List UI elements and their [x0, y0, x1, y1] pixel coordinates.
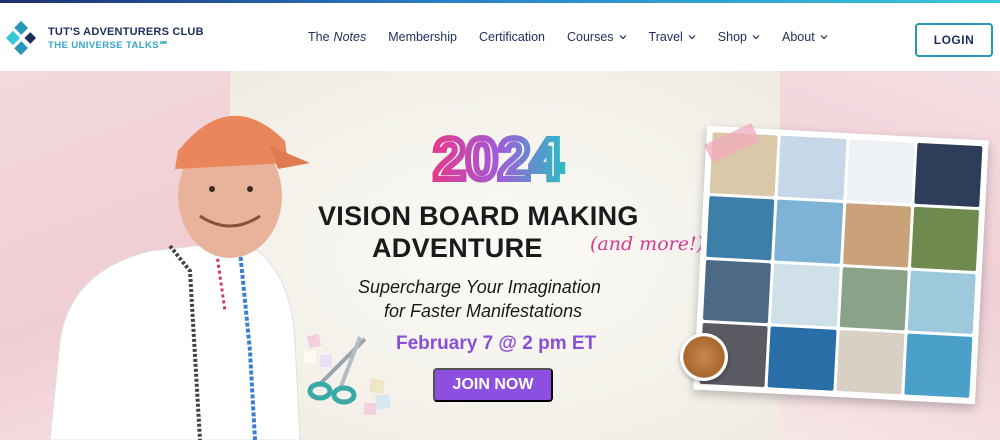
site-header: TUT'S ADVENTURERS CLUB THE UNIVERSE TALK… — [0, 3, 1000, 71]
nav-item-the-notes[interactable]: The Notes — [308, 30, 366, 44]
nav-item-the-notes-prefix: The — [308, 30, 330, 44]
nav-item-label: Certification — [478, 30, 545, 44]
login-button[interactable]: LOGIN — [915, 23, 993, 57]
nav-item-label: Membership — [388, 30, 457, 44]
hero-title-line-1: VISION BOARD MAKING — [318, 201, 639, 231]
nav-item-label: Courses — [566, 30, 614, 44]
vision-board-collage — [693, 125, 989, 405]
site-logo[interactable]: TUT'S ADVENTURERS CLUB THE UNIVERSE TALK… — [5, 20, 204, 57]
nav-item-travel[interactable]: Travel — [649, 30, 696, 44]
logo-mark-icon — [5, 20, 42, 57]
nav-item-membership[interactable]: Membership — [388, 30, 457, 44]
nav-item-the-notes-label: Notes — [333, 30, 367, 44]
nav-item-label: About — [782, 30, 815, 44]
nav-item-label: Travel — [648, 30, 683, 44]
join-now-button[interactable]: JOIN NOW — [433, 368, 553, 402]
nav-item-about[interactable]: About — [782, 30, 828, 44]
hero-banner: 2024 VISION BOARD MAKING ADVENTURE (and … — [0, 71, 1000, 440]
event-date: February 7 @ 2 pm ET — [396, 333, 597, 354]
logo-tagline: THE UNIVERSE TALKS℠ — [48, 40, 170, 51]
scissors-icon — [307, 336, 367, 405]
nav-item-label: Shop — [717, 30, 747, 44]
svg-text:2024: 2024 — [433, 127, 562, 192]
chevron-down-icon — [688, 35, 696, 40]
nav-item-shop[interactable]: Shop — [718, 30, 760, 44]
main-nav: The Notes Membership Certification Cours… — [308, 30, 850, 44]
hero-subtitle-line-2: for Faster Manifestations — [384, 301, 583, 321]
hero-title-aside: (and more!) — [590, 233, 705, 255]
chevron-down-icon — [752, 35, 760, 40]
nav-item-certification[interactable]: Certification — [479, 30, 545, 44]
logo-title: TUT'S ADVENTURERS CLUB — [48, 26, 204, 38]
hero-title-line-2: ADVENTURE — [372, 233, 543, 263]
hero-subtitle-line-1: Supercharge Your Imagination — [358, 277, 601, 297]
chevron-down-icon — [619, 35, 626, 40]
chevron-down-icon — [820, 35, 828, 40]
coffee-cup-graphic — [680, 333, 728, 381]
presenter-photo — [49, 115, 310, 440]
year-graphic: 2024 — [430, 124, 565, 193]
nav-item-courses[interactable]: Courses — [567, 30, 627, 44]
